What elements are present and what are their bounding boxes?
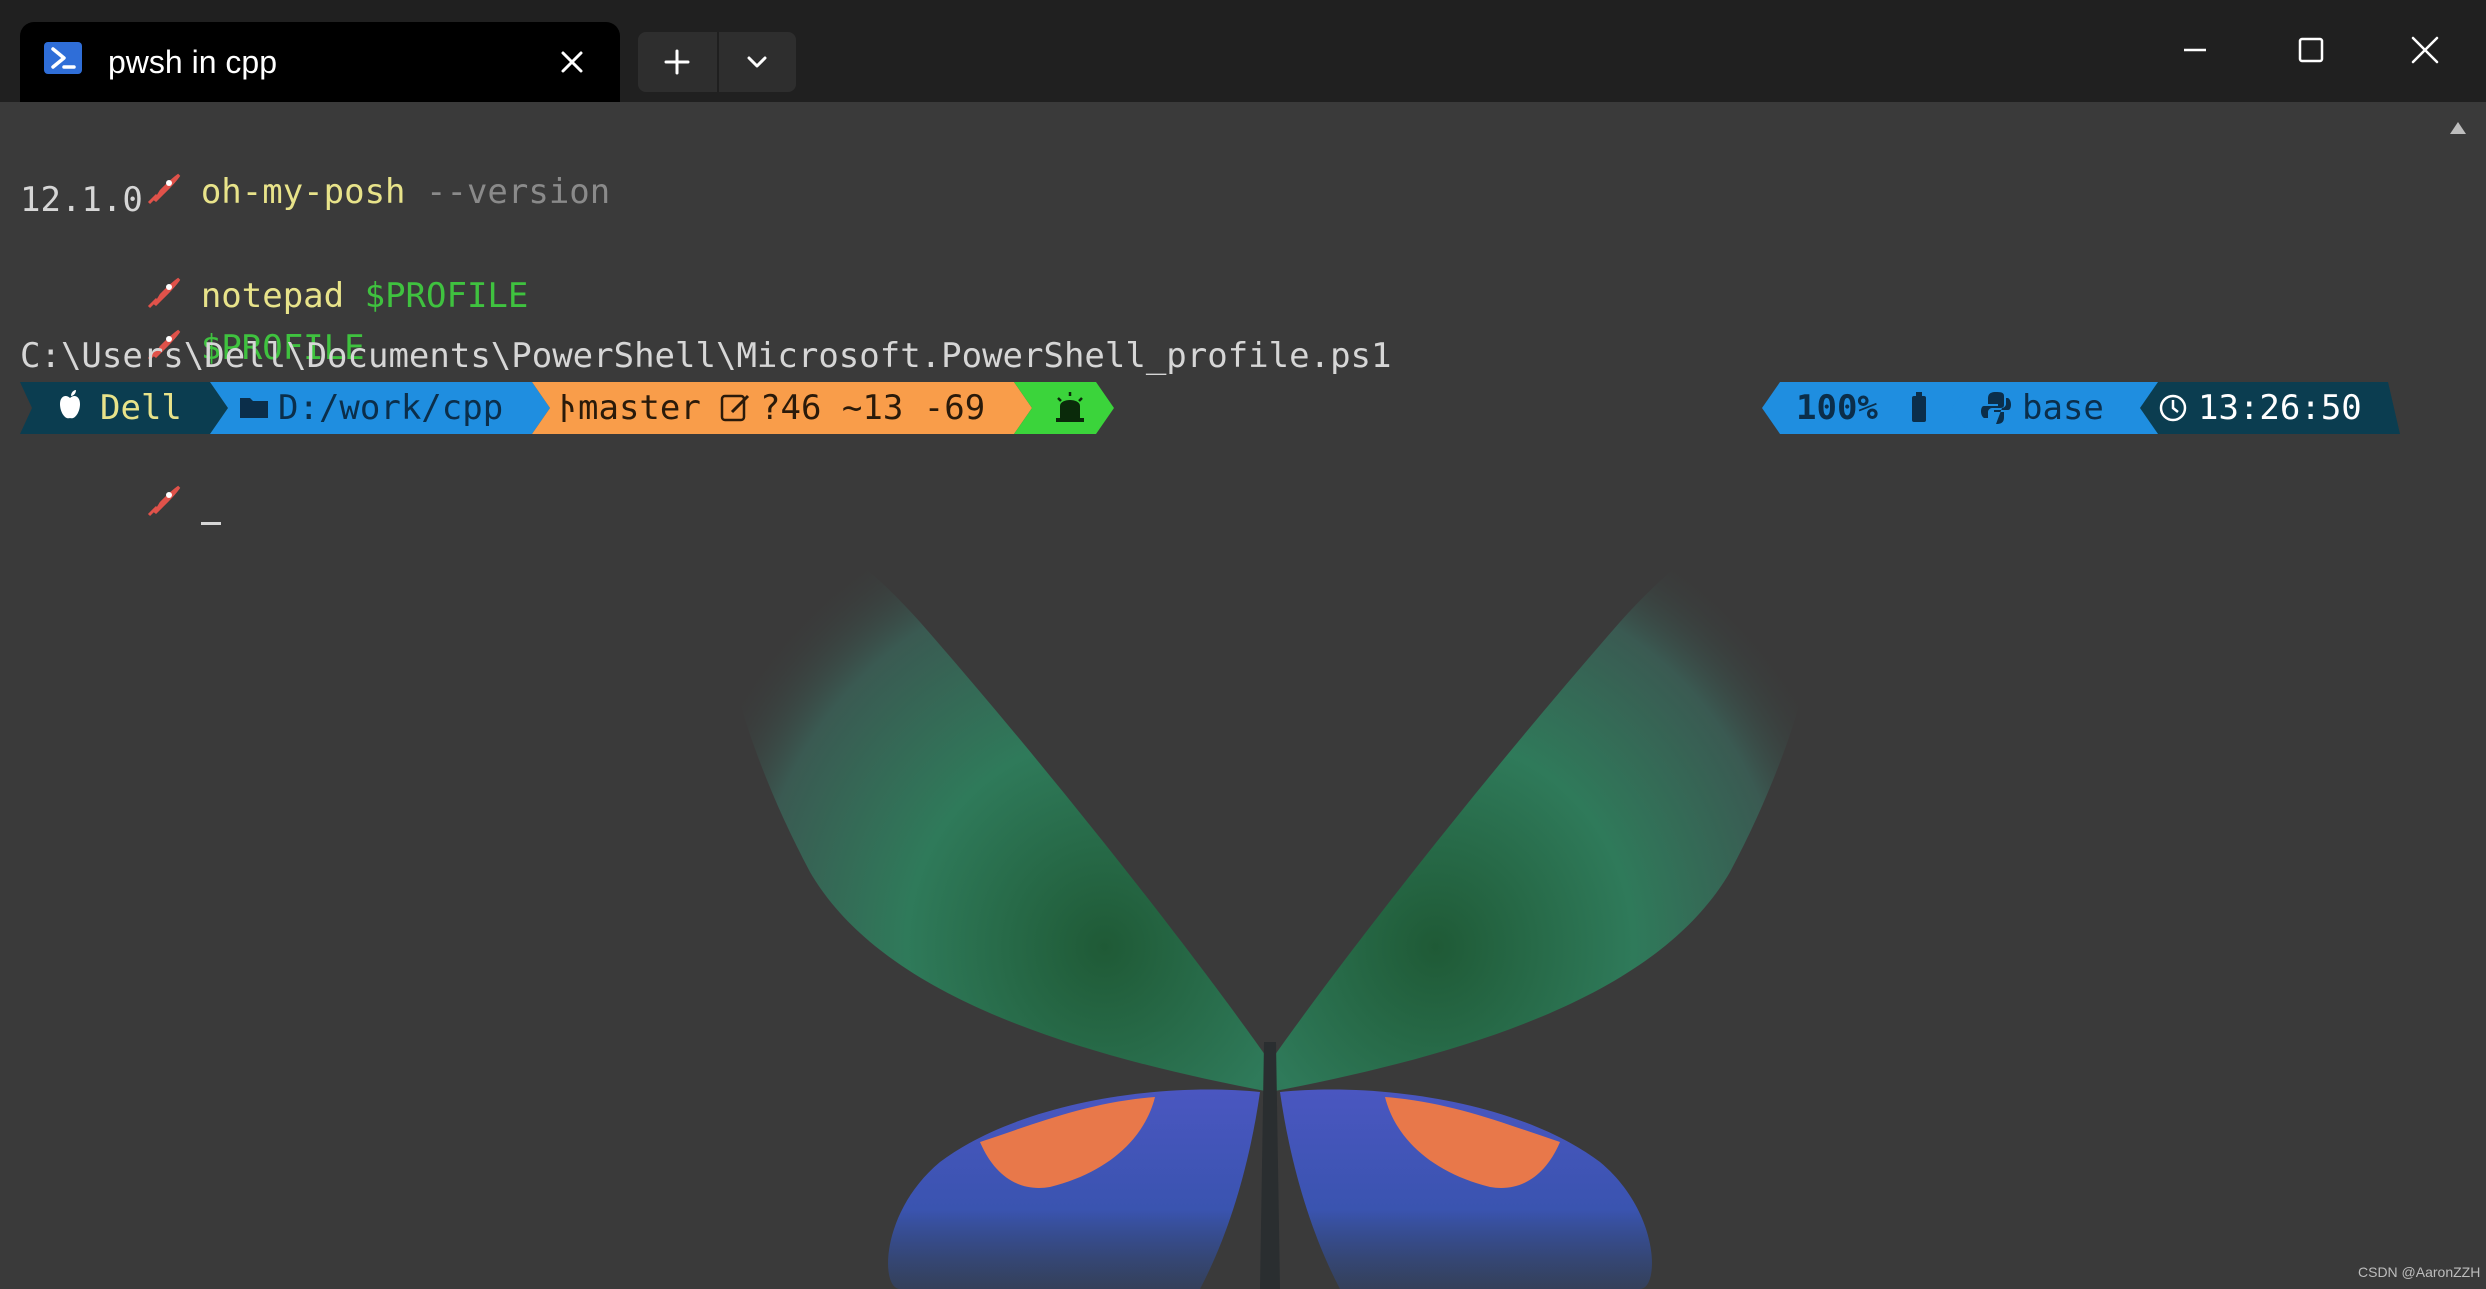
tab-pwsh[interactable]: pwsh in cpp bbox=[20, 22, 620, 102]
maximize-icon bbox=[2298, 37, 2324, 63]
vertical-scrollbar[interactable] bbox=[2444, 102, 2470, 1289]
tab-actions bbox=[638, 32, 796, 92]
rocket-icon bbox=[147, 173, 181, 205]
git-branch-icon bbox=[562, 394, 574, 422]
segment-path-text: D:/work/cpp bbox=[278, 388, 504, 428]
terminal-output-1: 12.1.0 bbox=[20, 180, 143, 220]
terminal-input-line[interactable] bbox=[20, 438, 221, 570]
edit-icon bbox=[720, 394, 750, 422]
segment-battery-text: 100% bbox=[1796, 388, 1878, 428]
segment-python-env: base bbox=[2022, 388, 2104, 428]
segment-git-branch: master bbox=[578, 388, 701, 428]
close-icon bbox=[2411, 36, 2439, 64]
prompt-left-cap bbox=[20, 382, 40, 434]
scroll-up-arrow-icon[interactable] bbox=[2448, 118, 2468, 136]
python-icon bbox=[1981, 392, 2011, 424]
maximize-button[interactable] bbox=[2276, 18, 2346, 82]
butterfly-background bbox=[718, 512, 1822, 1289]
clock-icon bbox=[2159, 394, 2187, 422]
chevron-down-icon bbox=[747, 56, 767, 68]
segment-user-text: Dell bbox=[100, 388, 182, 428]
command-text: oh-my-posh bbox=[200, 172, 406, 212]
minimize-icon bbox=[2184, 48, 2206, 52]
apple-icon bbox=[60, 390, 80, 419]
watermark: CSDN @AaronZZH bbox=[2358, 1264, 2481, 1280]
plus-icon bbox=[664, 49, 690, 75]
close-window-button[interactable] bbox=[2390, 18, 2460, 82]
close-icon bbox=[561, 51, 583, 73]
tab-title: pwsh in cpp bbox=[108, 44, 277, 80]
segment-time-text: 13:26:50 bbox=[2198, 388, 2362, 428]
command-argument: --version bbox=[426, 172, 611, 212]
folder-icon bbox=[240, 398, 268, 418]
text-cursor bbox=[200, 522, 221, 525]
minimize-button[interactable] bbox=[2160, 18, 2230, 82]
terminal-window: pwsh in cpp oh-my-posh --version 12.1.0 … bbox=[0, 0, 2486, 1289]
battery-icon bbox=[1912, 392, 1926, 422]
alarm-icon bbox=[1056, 392, 1084, 422]
rocket-icon bbox=[147, 485, 181, 517]
segment-git-status: ?46 ~13 -69 bbox=[760, 388, 986, 428]
command-argument: $PROFILE bbox=[364, 276, 529, 316]
new-tab-button[interactable] bbox=[638, 32, 716, 92]
profile-dropdown-button[interactable] bbox=[719, 32, 796, 92]
powershell-icon bbox=[44, 42, 82, 74]
title-bar: pwsh in cpp bbox=[0, 0, 2486, 102]
tab-close-button[interactable] bbox=[550, 40, 594, 84]
terminal-output-2: C:\Users\Dell\Documents\PowerShell\Micro… bbox=[20, 336, 1392, 376]
terminal-area[interactable]: oh-my-posh --version 12.1.0 notepad $PRO… bbox=[0, 102, 2486, 1289]
